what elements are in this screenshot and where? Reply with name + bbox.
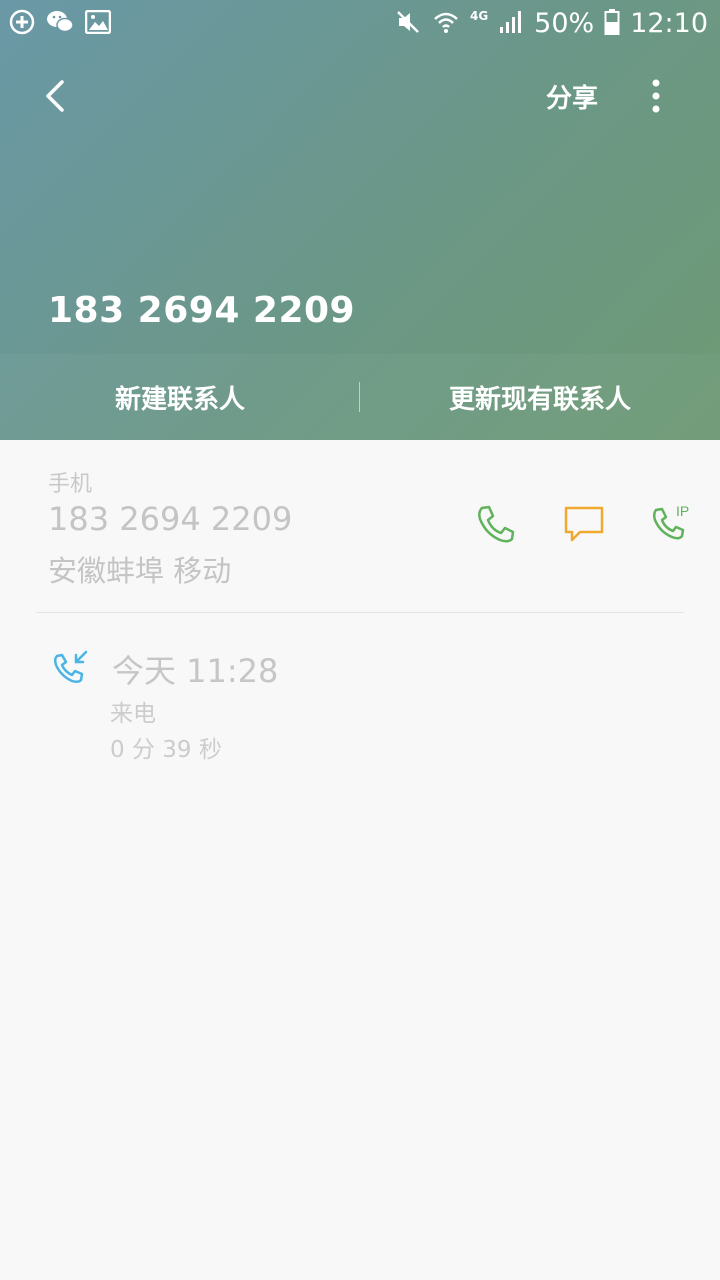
battery-icon xyxy=(604,8,620,40)
ip-call-button[interactable]: IP xyxy=(650,502,694,546)
call-log-type: 来电 xyxy=(110,701,156,727)
call-button[interactable] xyxy=(474,502,518,546)
back-button[interactable] xyxy=(36,76,76,116)
more-options-button[interactable] xyxy=(640,76,672,116)
contact-actions-bar: 新建联系人 更新现有联系人 xyxy=(0,354,720,440)
message-icon xyxy=(564,506,604,542)
update-contact-button[interactable]: 更新现有联系人 xyxy=(360,354,720,440)
more-vertical-icon xyxy=(652,79,660,113)
phone-icon xyxy=(478,505,515,543)
status-bar: 4G 50% 12:10 xyxy=(0,0,720,48)
chevron-left-icon xyxy=(46,80,64,112)
call-log-time: 今天 11:28 xyxy=(112,652,279,690)
image-icon xyxy=(84,8,112,36)
phone-type-label: 手机 xyxy=(48,472,93,497)
contact-header: 4G 50% 12:10 分享 183 2694 2209 新建联系人 更新现有… xyxy=(0,0,720,440)
battery-percent: 50% xyxy=(534,8,595,39)
call-log-duration: 0 分 39 秒 xyxy=(110,737,222,763)
mute-icon xyxy=(394,8,422,40)
contact-phone-number[interactable]: 183 2694 2209 xyxy=(48,500,292,538)
wechat-icon xyxy=(46,8,74,36)
header-phone-number: 183 2694 2209 xyxy=(48,290,356,331)
clock: 12:10 xyxy=(630,8,708,39)
new-contact-button[interactable]: 新建联系人 xyxy=(0,354,360,440)
share-button[interactable]: 分享 xyxy=(546,78,598,115)
wifi-icon xyxy=(432,8,460,40)
status-left-icons xyxy=(8,8,112,36)
network-type: 4G xyxy=(469,9,489,23)
message-button[interactable] xyxy=(562,502,606,546)
ip-label: IP xyxy=(676,503,689,519)
phone-location: 安徽蚌埠 移动 xyxy=(48,554,232,588)
add-circle-icon xyxy=(8,8,36,36)
signal-icon xyxy=(498,9,524,39)
incoming-call-icon xyxy=(52,648,92,688)
ip-phone-icon: IP xyxy=(652,503,689,540)
section-divider xyxy=(36,612,684,613)
status-right-icons: 4G 50% 12:10 xyxy=(394,6,708,42)
